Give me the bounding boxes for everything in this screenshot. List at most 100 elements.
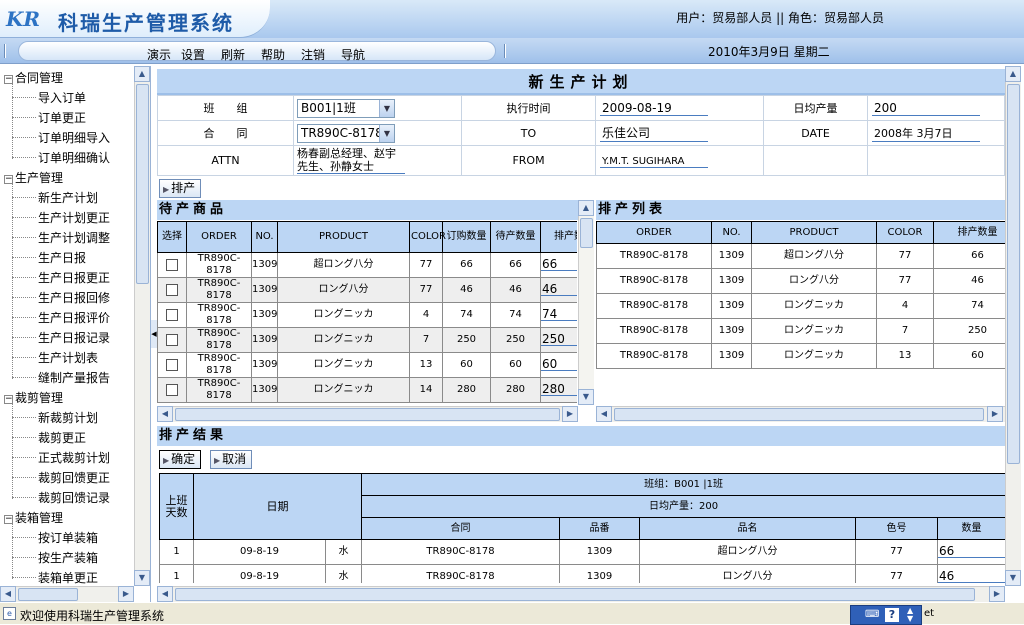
scroll-up-icon[interactable]: ▲ <box>1005 66 1021 82</box>
product-cell: 超ロング八分 <box>751 243 877 269</box>
main-content: 新生产计划 班 组 B001|1班 ▼ 执行时间 2009-08-19 日均产量 … <box>157 66 1005 586</box>
sidebar-item[interactable]: 生产日报更正 <box>38 269 110 286</box>
order-cell: TR890C-8178 <box>596 343 712 369</box>
menu-navigate[interactable]: 导航 <box>341 46 365 63</box>
to-field[interactable]: 乐佳公司 <box>600 124 708 142</box>
pending-hscroll-thumb[interactable] <box>175 408 560 421</box>
sidebar-vscroll[interactable]: ▲ ▼ <box>134 66 150 586</box>
sidebar-item[interactable]: 按生产装箱 <box>38 549 98 566</box>
tree-connector <box>12 157 36 158</box>
sidebar-scroll-thumb[interactable] <box>136 84 149 284</box>
confirm-button[interactable]: ▶ 确定 <box>159 450 202 469</box>
cancel-button[interactable]: ▶ 取消 <box>210 450 253 469</box>
schedule-button[interactable]: ▶ 排产 <box>159 179 202 198</box>
sidebar-item[interactable]: 生产日报 <box>38 249 86 266</box>
scroll-up-icon[interactable]: ▲ <box>134 66 150 82</box>
daily-output-field[interactable]: 200 <box>872 101 980 116</box>
main-hscroll[interactable]: ◀ ▶ <box>157 586 1005 602</box>
sidebar-item[interactable]: 裁剪回馈记录 <box>38 489 110 506</box>
result-panel: 上班天数 日期 班组：B001 |1班 日均产量：200 合同 品番 品名 色号… <box>159 473 1005 583</box>
sidebar-item[interactable]: 裁剪回馈更正 <box>38 469 110 486</box>
ime-toolbar[interactable]: ⌨ ? ▲ ▼ <box>850 605 922 625</box>
sidebar-hscroll-thumb[interactable] <box>18 588 78 601</box>
menu-refresh[interactable]: 刷新 <box>221 46 245 63</box>
menu-settings[interactable]: 设置 <box>181 46 205 63</box>
date-cell: 09-8-19 <box>193 539 326 565</box>
from-field[interactable]: Y.M.T. SUGIHARA <box>600 156 708 168</box>
schedule-hscroll-thumb[interactable] <box>614 408 984 421</box>
scroll-down-icon[interactable]: ▼ <box>578 389 594 405</box>
menu-help[interactable]: 帮助 <box>261 46 285 63</box>
sched-qty-cell-input[interactable]: 60 <box>541 358 577 371</box>
sidebar-item[interactable]: 生产计划更正 <box>38 209 110 226</box>
col-order: ORDER <box>186 221 252 253</box>
sidebar-hscroll[interactable]: ◀ ▶ <box>0 586 134 602</box>
scroll-left-icon[interactable]: ◀ <box>157 406 173 422</box>
attn-line-1: 杨春副总经理、赵宇 <box>297 147 396 160</box>
sidebar-item[interactable]: 生产日报回修 <box>38 289 110 306</box>
sidebar-item[interactable]: 导入订单 <box>38 89 86 106</box>
schedule-hscroll[interactable]: ◀ ▶ <box>596 406 1005 422</box>
scroll-up-icon[interactable]: ▲ <box>578 200 594 216</box>
main-hscroll-thumb[interactable] <box>175 588 975 601</box>
scroll-down-icon[interactable]: ▼ <box>134 570 150 586</box>
sidebar-item[interactable]: 订单明细导入 <box>38 129 110 146</box>
sched-qty-cell-input[interactable]: 250 <box>541 333 577 346</box>
product-cell: ロング八分 <box>277 277 410 303</box>
product-cell: ロングニッカ <box>277 327 410 353</box>
sidebar-item[interactable]: 订单更正 <box>38 109 86 126</box>
row-checkbox[interactable] <box>166 333 178 346</box>
row-checkbox[interactable] <box>166 258 178 271</box>
scroll-right-icon[interactable]: ▶ <box>987 406 1003 422</box>
status-bar: e 欢迎使用科瑞生产管理系统 ⌨ ? ▲ ▼ et <box>0 602 1024 625</box>
sidebar-item[interactable]: 裁剪更正 <box>38 429 86 446</box>
date-field[interactable]: 2008年 3月7日 <box>872 125 980 142</box>
scroll-right-icon[interactable]: ▶ <box>989 586 1005 602</box>
pending-hscroll[interactable]: ◀ ▶ <box>157 406 578 422</box>
scroll-right-icon[interactable]: ▶ <box>562 406 578 422</box>
pending-scroll-thumb[interactable] <box>580 218 593 248</box>
main-scroll-thumb[interactable] <box>1007 84 1020 464</box>
menu-demo[interactable]: 演示 <box>147 46 171 63</box>
scroll-left-icon[interactable]: ◀ <box>596 406 612 422</box>
sched-qty-cell-input[interactable]: 46 <box>541 283 577 296</box>
sidebar-item[interactable]: 生产日报记录 <box>38 329 110 346</box>
help-icon[interactable]: ? <box>885 608 899 622</box>
col-pending: 待产数量 <box>490 221 541 253</box>
row-checkbox[interactable] <box>166 358 178 371</box>
sched-qty-cell-input[interactable]: 74 <box>541 308 577 321</box>
exec-time-field[interactable]: 2009-08-19 <box>600 101 708 116</box>
sidebar-item[interactable]: 装箱单更正 <box>38 569 98 586</box>
sidebar-item[interactable]: 生产计划调整 <box>38 229 110 246</box>
scroll-left-icon[interactable]: ◀ <box>157 586 173 602</box>
sidebar-item[interactable]: 新裁剪计划 <box>38 409 98 426</box>
sidebar-item[interactable]: 正式裁剪计划 <box>38 449 110 466</box>
scroll-down-icon[interactable]: ▼ <box>1005 570 1021 586</box>
team-select[interactable]: B001|1班 ▼ <box>297 98 395 118</box>
row-checkbox[interactable] <box>166 283 178 296</box>
sidebar-item[interactable]: 缝制产量报告 <box>38 369 110 386</box>
quantity-cell-input[interactable]: 66 <box>938 545 1005 558</box>
attn-line-2[interactable]: 先生、孙静女士 <box>297 160 405 174</box>
contract-select[interactable]: TR890C-8178 ▼ <box>297 123 395 143</box>
sidebar-item[interactable]: 生产计划表 <box>38 349 98 366</box>
sched-qty-cell-input[interactable]: 66 <box>541 258 577 271</box>
main-vscroll[interactable]: ▲ ▼ <box>1005 66 1021 586</box>
pending-goods-table: 选择 ORDER NO. PRODUCT COLOR 订购数量 待产数量 排产数… <box>157 221 577 403</box>
pending-vscroll[interactable]: ▲ ▼ <box>578 200 594 405</box>
col-item-name: 品名 <box>639 517 856 540</box>
keyboard-icon[interactable]: ⌨ <box>865 609 879 620</box>
sched-qty-cell-input[interactable]: 280 <box>541 383 577 396</box>
scroll-left-icon[interactable]: ◀ <box>0 586 16 602</box>
sidebar-item[interactable]: 按订单装箱 <box>38 529 98 546</box>
menu-logout[interactable]: 注销 <box>301 46 325 63</box>
sidebar-item[interactable]: 订单明细确认 <box>38 149 110 166</box>
sidebar-item[interactable]: 新生产计划 <box>38 189 98 206</box>
row-checkbox[interactable] <box>166 383 178 396</box>
sidebar-item[interactable]: 生产日报评价 <box>38 309 110 326</box>
quantity-cell-input[interactable]: 46 <box>938 570 1005 583</box>
schedule-list-panel: ORDER NO. PRODUCT COLOR 排产数量 TR890C-8178… <box>596 221 1005 405</box>
menu-arrows-icon[interactable]: ▲ ▼ <box>907 607 913 623</box>
row-checkbox[interactable] <box>166 308 178 321</box>
scroll-right-icon[interactable]: ▶ <box>118 586 134 602</box>
